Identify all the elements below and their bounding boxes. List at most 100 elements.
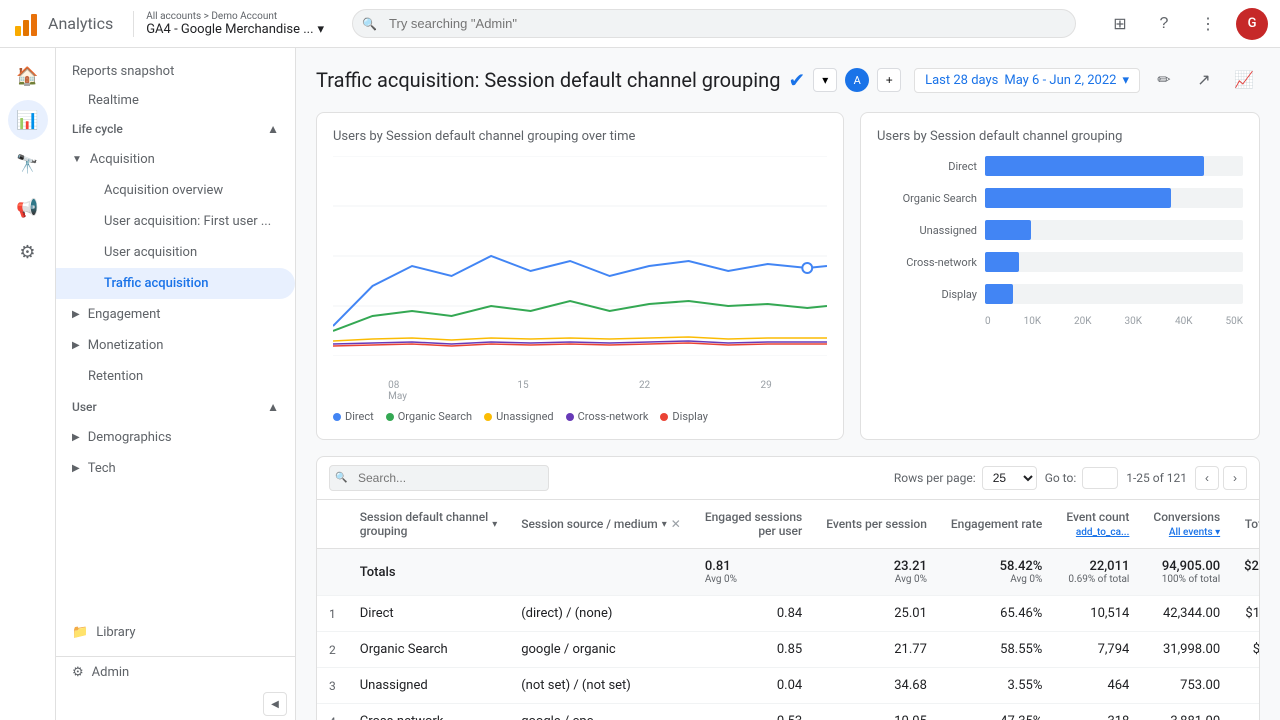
- sidebar-item-user-acquisition-first[interactable]: User acquisition: First user ...: [56, 206, 295, 237]
- legend-dot-organic: [386, 413, 394, 421]
- pagination-nav: ‹ ›: [1195, 466, 1247, 490]
- sidebar-item-reports-snapshot[interactable]: Reports snapshot: [56, 56, 295, 87]
- legend-dot-cross-network: [566, 413, 574, 421]
- account-path: All accounts > Demo Account: [146, 11, 324, 22]
- user-badge: A: [845, 68, 869, 92]
- col-event-count: Event count add_to_ca...: [1054, 500, 1141, 549]
- verified-icon: ✔: [788, 68, 805, 92]
- account-selector[interactable]: All accounts > Demo Account GA4 - Google…: [133, 11, 324, 37]
- legend-dot-display: [660, 413, 668, 421]
- table-search-wrapper: [329, 465, 589, 491]
- main-content: Traffic acquisition: Session default cha…: [296, 48, 1280, 720]
- help-icon-button[interactable]: ?: [1148, 8, 1180, 40]
- nav-home-icon[interactable]: 🏠: [8, 56, 48, 96]
- sidebar-content: Reports snapshot Realtime Life cycle ▲ ▼…: [56, 48, 295, 617]
- line-chart-title: Users by Session default channel groupin…: [333, 129, 827, 144]
- sidebar-item-retention[interactable]: Retention: [56, 361, 295, 392]
- close-source-medium-icon[interactable]: ✕: [671, 517, 681, 531]
- col-channel-grouping[interactable]: Session default channelgrouping ▾: [348, 500, 509, 549]
- rows-per-page-select[interactable]: 25 50 100: [982, 466, 1037, 490]
- legend-dot-unassigned: [484, 413, 492, 421]
- table-row: 3 Unassigned (not set) / (not set) 0.04 …: [317, 668, 1260, 704]
- bar-row-unassigned: Unassigned: [877, 220, 1243, 240]
- insights-button[interactable]: 📈: [1228, 64, 1260, 96]
- col-total-revenue: Total revenue: [1232, 500, 1260, 549]
- edit-report-button[interactable]: ✏: [1148, 64, 1180, 96]
- totals-event-count: 22,011 0.69% of total: [1054, 549, 1141, 596]
- col-source-medium[interactable]: Session source / medium ▾ ✕: [509, 500, 693, 549]
- prev-page-button[interactable]: ‹: [1195, 466, 1219, 490]
- sidebar-section-lifecycle[interactable]: Life cycle ▲: [56, 114, 295, 144]
- user-avatar[interactable]: G: [1236, 8, 1268, 40]
- nav-explore-icon[interactable]: 🔭: [8, 144, 48, 184]
- legend-display: Display: [660, 410, 708, 423]
- nav-configure-icon[interactable]: ⚙: [8, 232, 48, 272]
- apps-icon-button[interactable]: ⊞: [1104, 8, 1136, 40]
- settings-icon: ⚙: [72, 665, 84, 680]
- user-section-collapse-icon: ▲: [267, 400, 279, 414]
- sidebar: Reports snapshot Realtime Life cycle ▲ ▼…: [56, 48, 296, 720]
- bar-chart-card: Users by Session default channel groupin…: [860, 112, 1260, 440]
- sidebar-item-settings[interactable]: ⚙ Admin: [56, 656, 295, 688]
- goto-page-control: Go to: 1: [1045, 467, 1119, 489]
- sidebar-collapse-button[interactable]: ◀: [263, 692, 287, 716]
- bar-row-cross-network: Cross-network: [877, 252, 1243, 272]
- totals-conversions: 94,905.00 100% of total: [1141, 549, 1232, 596]
- nav-advertising-icon[interactable]: 📢: [8, 188, 48, 228]
- filter-icon: ▾: [492, 519, 497, 530]
- table-header-row: Session default channelgrouping ▾ Sessio…: [317, 500, 1260, 549]
- acquisition-arrow-icon: ▼: [72, 154, 82, 165]
- totals-label: Totals: [348, 549, 693, 596]
- next-page-button[interactable]: ›: [1223, 466, 1247, 490]
- table-search-input[interactable]: [329, 465, 549, 491]
- nav-reports-icon[interactable]: 📊: [8, 100, 48, 140]
- account-name[interactable]: GA4 - Google Merchandise ... ▾: [146, 22, 324, 37]
- sidebar-group-demographics[interactable]: ▶ Demographics: [56, 422, 295, 453]
- sidebar-item-library[interactable]: 📁 Library: [56, 617, 295, 648]
- legend-direct: Direct: [333, 410, 374, 423]
- account-dropdown-icon: ▾: [318, 22, 325, 37]
- sidebar-item-traffic-acquisition[interactable]: Traffic acquisition: [56, 268, 295, 299]
- share-button[interactable]: ↗: [1188, 64, 1220, 96]
- sidebar-item-user-acquisition[interactable]: User acquisition: [56, 237, 295, 268]
- bar-chart-area: Direct Organic Search Unassigned Cross-n…: [877, 156, 1243, 327]
- legend-dot-direct: [333, 413, 341, 421]
- app-title: Analytics: [48, 14, 113, 33]
- menu-icon-button[interactable]: ⋮: [1192, 8, 1224, 40]
- date-range-selector[interactable]: Last 28 days May 6 - Jun 2, 2022 ▾: [914, 68, 1140, 93]
- sidebar-group-tech[interactable]: ▶ Tech: [56, 453, 295, 484]
- rows-per-page-control: Rows per page: 25 50 100: [894, 466, 1037, 490]
- col-engagement-rate: Engagement rate: [939, 500, 1054, 549]
- sidebar-group-acquisition[interactable]: ▼ Acquisition: [56, 144, 295, 175]
- date-range-value: May 6 - Jun 2, 2022: [1004, 73, 1116, 88]
- demographics-arrow-icon: ▶: [72, 432, 80, 443]
- totals-engagement-rate: 58.42% Avg 0%: [939, 549, 1054, 596]
- col-num: [317, 500, 348, 549]
- filter-icon-source: ▾: [662, 519, 667, 530]
- legend-unassigned: Unassigned: [484, 410, 554, 423]
- page-title-actions: Last 28 days May 6 - Jun 2, 2022 ▾ ✏ ↗ 📈: [914, 64, 1260, 96]
- all-events-dropdown[interactable]: All events ▾: [1169, 527, 1220, 538]
- title-dropdown-button[interactable]: ▾: [813, 68, 837, 92]
- date-range-label: Last 28 days: [925, 73, 998, 88]
- search-wrapper: [352, 9, 1076, 38]
- goto-page-input[interactable]: 1: [1082, 467, 1118, 489]
- add-to-cart-link[interactable]: add_to_ca...: [1076, 527, 1129, 538]
- legend-cross-network: Cross-network: [566, 410, 649, 423]
- table-row: 4 Cross-network google / cpc 0.53 10.05 …: [317, 704, 1260, 720]
- bar-row-display: Display: [877, 284, 1243, 304]
- add-comparison-button[interactable]: +: [877, 68, 901, 92]
- sidebar-item-realtime[interactable]: Realtime: [56, 87, 295, 114]
- table-totals-row: Totals 0.81 Avg 0% 23.21 Avg 0% 58.42% A…: [317, 549, 1260, 596]
- totals-revenue: $235,880.42 100% of total: [1232, 549, 1260, 596]
- page-title: Traffic acquisition: Session default cha…: [316, 68, 901, 92]
- sidebar-group-engagement[interactable]: ▶ Engagement: [56, 299, 295, 330]
- sidebar-group-monetization[interactable]: ▶ Monetization: [56, 330, 295, 361]
- line-chart-svg: [333, 156, 827, 356]
- engagement-arrow-icon: ▶: [72, 309, 80, 320]
- sidebar-section-user[interactable]: User ▲: [56, 392, 295, 422]
- col-conversions: Conversions All events ▾: [1141, 500, 1232, 549]
- sidebar-item-acquisition-overview[interactable]: Acquisition overview: [56, 175, 295, 206]
- page-range-display: 1-25 of 121: [1126, 471, 1187, 485]
- global-search-input[interactable]: [352, 9, 1076, 38]
